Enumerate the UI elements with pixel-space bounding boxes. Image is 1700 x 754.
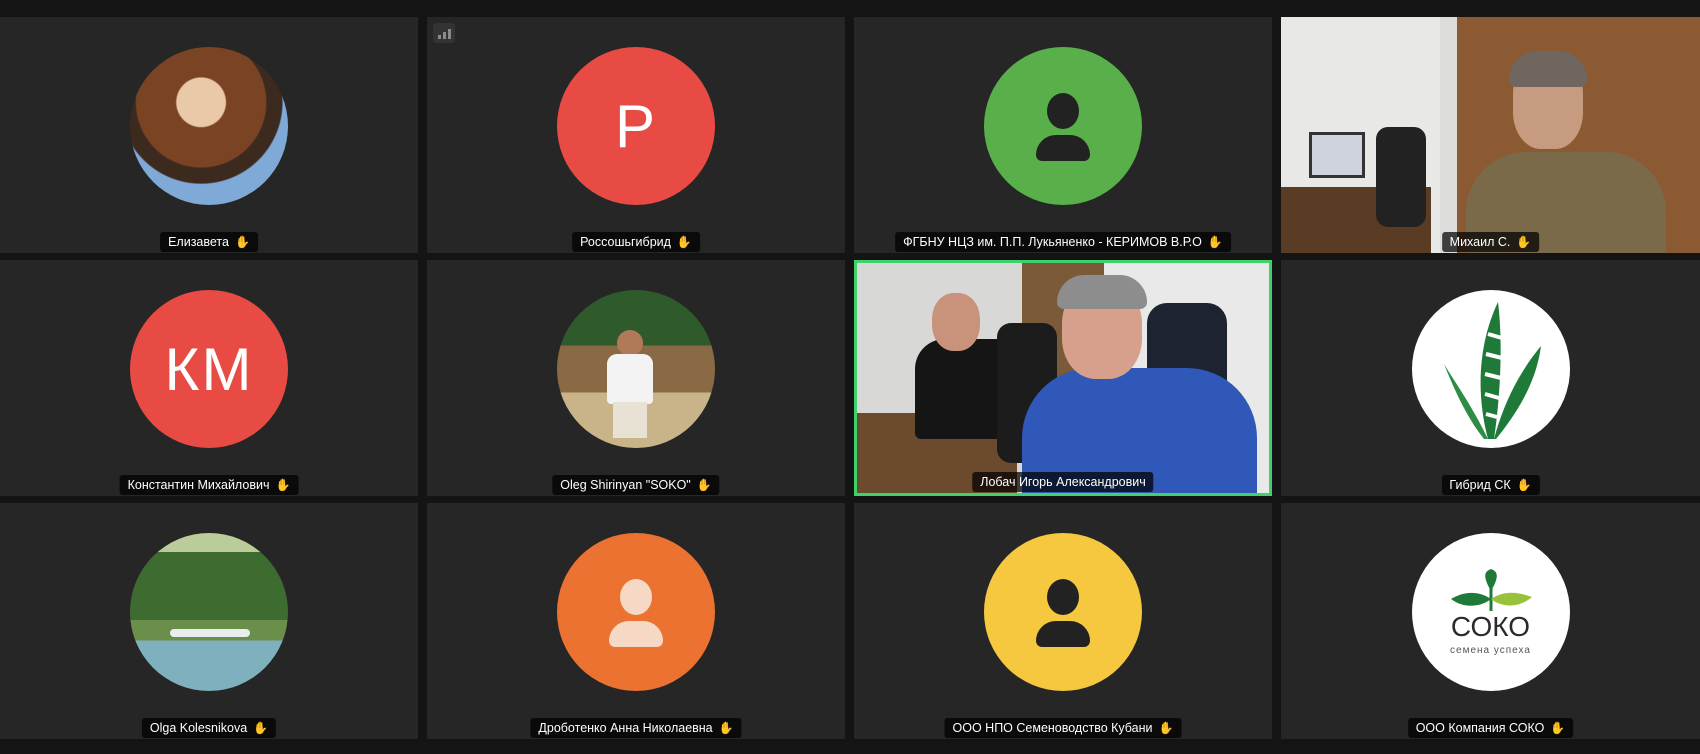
participant-name: ООО НПО Семеноводство Кубани xyxy=(952,721,1153,735)
participant-name-tag: Константин Михайлович ✋ xyxy=(119,475,299,495)
participant-name: Константин Михайлович xyxy=(127,478,270,492)
participant-name-tag: ООО Компания СОКО ✋ xyxy=(1407,718,1574,738)
raise-hand-icon: ✋ xyxy=(275,478,291,492)
sprout-logo-icon xyxy=(1450,568,1532,611)
participant-name: Лобач Игорь Александрович xyxy=(980,475,1146,489)
participant-name: Елизавета xyxy=(168,235,229,249)
participant-tile-elizaveta[interactable]: Елизавета ✋ xyxy=(0,17,418,253)
participant-tile-oleg[interactable]: Oleg Shirinyan "SOKO" ✋ xyxy=(427,260,845,496)
avatar-initials: Р xyxy=(614,92,658,160)
participant-tile-konstantin[interactable]: КМ Константин Михайлович ✋ xyxy=(0,260,418,496)
corn-logo-icon xyxy=(1443,302,1541,439)
participant-name-tag: ФГБНУ НЦЗ им. П.П. Лукьяненко - КЕРИМОВ … xyxy=(895,232,1231,252)
raise-hand-icon: ✋ xyxy=(234,235,250,249)
participant-name: Oleg Shirinyan "SOKO" xyxy=(560,478,691,492)
raise-hand-icon: ✋ xyxy=(253,721,269,735)
participant-tile-fgbnu[interactable]: ФГБНУ НЦЗ им. П.П. Лукьяненко - КЕРИМОВ … xyxy=(854,17,1272,253)
avatar-initials: КМ xyxy=(164,335,254,403)
participant-tile-gibrid-sk[interactable]: Гибрид СК ✋ xyxy=(1281,260,1700,496)
person-placeholder-icon xyxy=(1028,577,1098,647)
logo-soko: СОКО семена успеха xyxy=(1411,533,1570,691)
person-placeholder-icon xyxy=(1028,91,1098,161)
participant-name: Дроботенко Анна Николаевна xyxy=(538,721,713,735)
participant-name-tag: Россошьгибрид ✋ xyxy=(572,232,700,252)
avatar xyxy=(557,533,715,691)
participant-name-tag: Гибрид СК ✋ xyxy=(1441,475,1540,495)
participant-tile-soko[interactable]: СОКО семена успеха ООО Компания СОКО ✋ xyxy=(1281,503,1700,739)
soko-logo-tagline: семена успеха xyxy=(1450,644,1531,656)
avatar xyxy=(557,290,715,448)
participant-name-tag: Дроботенко Анна Николаевна ✋ xyxy=(530,718,742,738)
participant-grid: Елизавета ✋ Р Россошьгибрид ✋ ФГБНУ НЦЗ … xyxy=(0,17,1700,754)
participant-name-tag: Лобач Игорь Александрович xyxy=(972,472,1154,492)
raise-hand-icon: ✋ xyxy=(718,721,734,735)
participant-name: ФГБНУ НЦЗ им. П.П. Лукьяненко - КЕРИМОВ … xyxy=(903,235,1202,249)
video-feed xyxy=(1281,17,1700,253)
soko-logo-text: СОКО xyxy=(1450,610,1531,642)
participant-tile-mikhail[interactable]: Михаил С. ✋ xyxy=(1281,17,1700,253)
participant-name-tag: Olga Kolesnikova ✋ xyxy=(141,718,277,738)
participant-tile-rossosh[interactable]: Р Россошьгибрид ✋ xyxy=(427,17,845,253)
raise-hand-icon: ✋ xyxy=(1158,721,1174,735)
avatar xyxy=(130,47,288,205)
raise-hand-icon: ✋ xyxy=(1550,721,1566,735)
participant-name: Михаил С. xyxy=(1449,235,1511,249)
raise-hand-icon: ✋ xyxy=(1207,235,1223,249)
participant-name: Россошьгибрид xyxy=(580,235,671,249)
participant-name-tag: Михаил С. ✋ xyxy=(1441,232,1540,252)
avatar: Р xyxy=(557,47,715,205)
participant-name-tag: Oleg Shirinyan "SOKO" ✋ xyxy=(552,475,720,495)
avatar xyxy=(130,533,288,691)
participant-tile-lobach[interactable]: Лобач Игорь Александрович xyxy=(854,260,1272,496)
participant-tile-semenovodstvo[interactable]: ООО НПО Семеноводство Кубани ✋ xyxy=(854,503,1272,739)
raise-hand-icon: ✋ xyxy=(1516,235,1532,249)
avatar: КМ xyxy=(130,290,288,448)
participant-name: Гибрид СК xyxy=(1449,478,1511,492)
participant-name-tag: ООО НПО Семеноводство Кубани ✋ xyxy=(944,718,1182,738)
participant-name-tag: Елизавета ✋ xyxy=(160,232,258,252)
logo-gibrid-sk xyxy=(1411,290,1570,448)
avatar xyxy=(984,47,1142,205)
participant-tile-drobotenko[interactable]: Дроботенко Анна Николаевна ✋ xyxy=(427,503,845,739)
avatar xyxy=(984,533,1142,691)
raise-hand-icon: ✋ xyxy=(1516,478,1532,492)
signal-bars-icon xyxy=(433,23,455,43)
raise-hand-icon: ✋ xyxy=(696,478,712,492)
person-placeholder-icon xyxy=(601,577,671,647)
video-feed xyxy=(857,263,1269,493)
participant-name: Olga Kolesnikova xyxy=(149,721,248,735)
participant-tile-olga[interactable]: Olga Kolesnikova ✋ xyxy=(0,503,418,739)
participant-name: ООО Компания СОКО xyxy=(1415,721,1545,735)
raise-hand-icon: ✋ xyxy=(676,235,692,249)
